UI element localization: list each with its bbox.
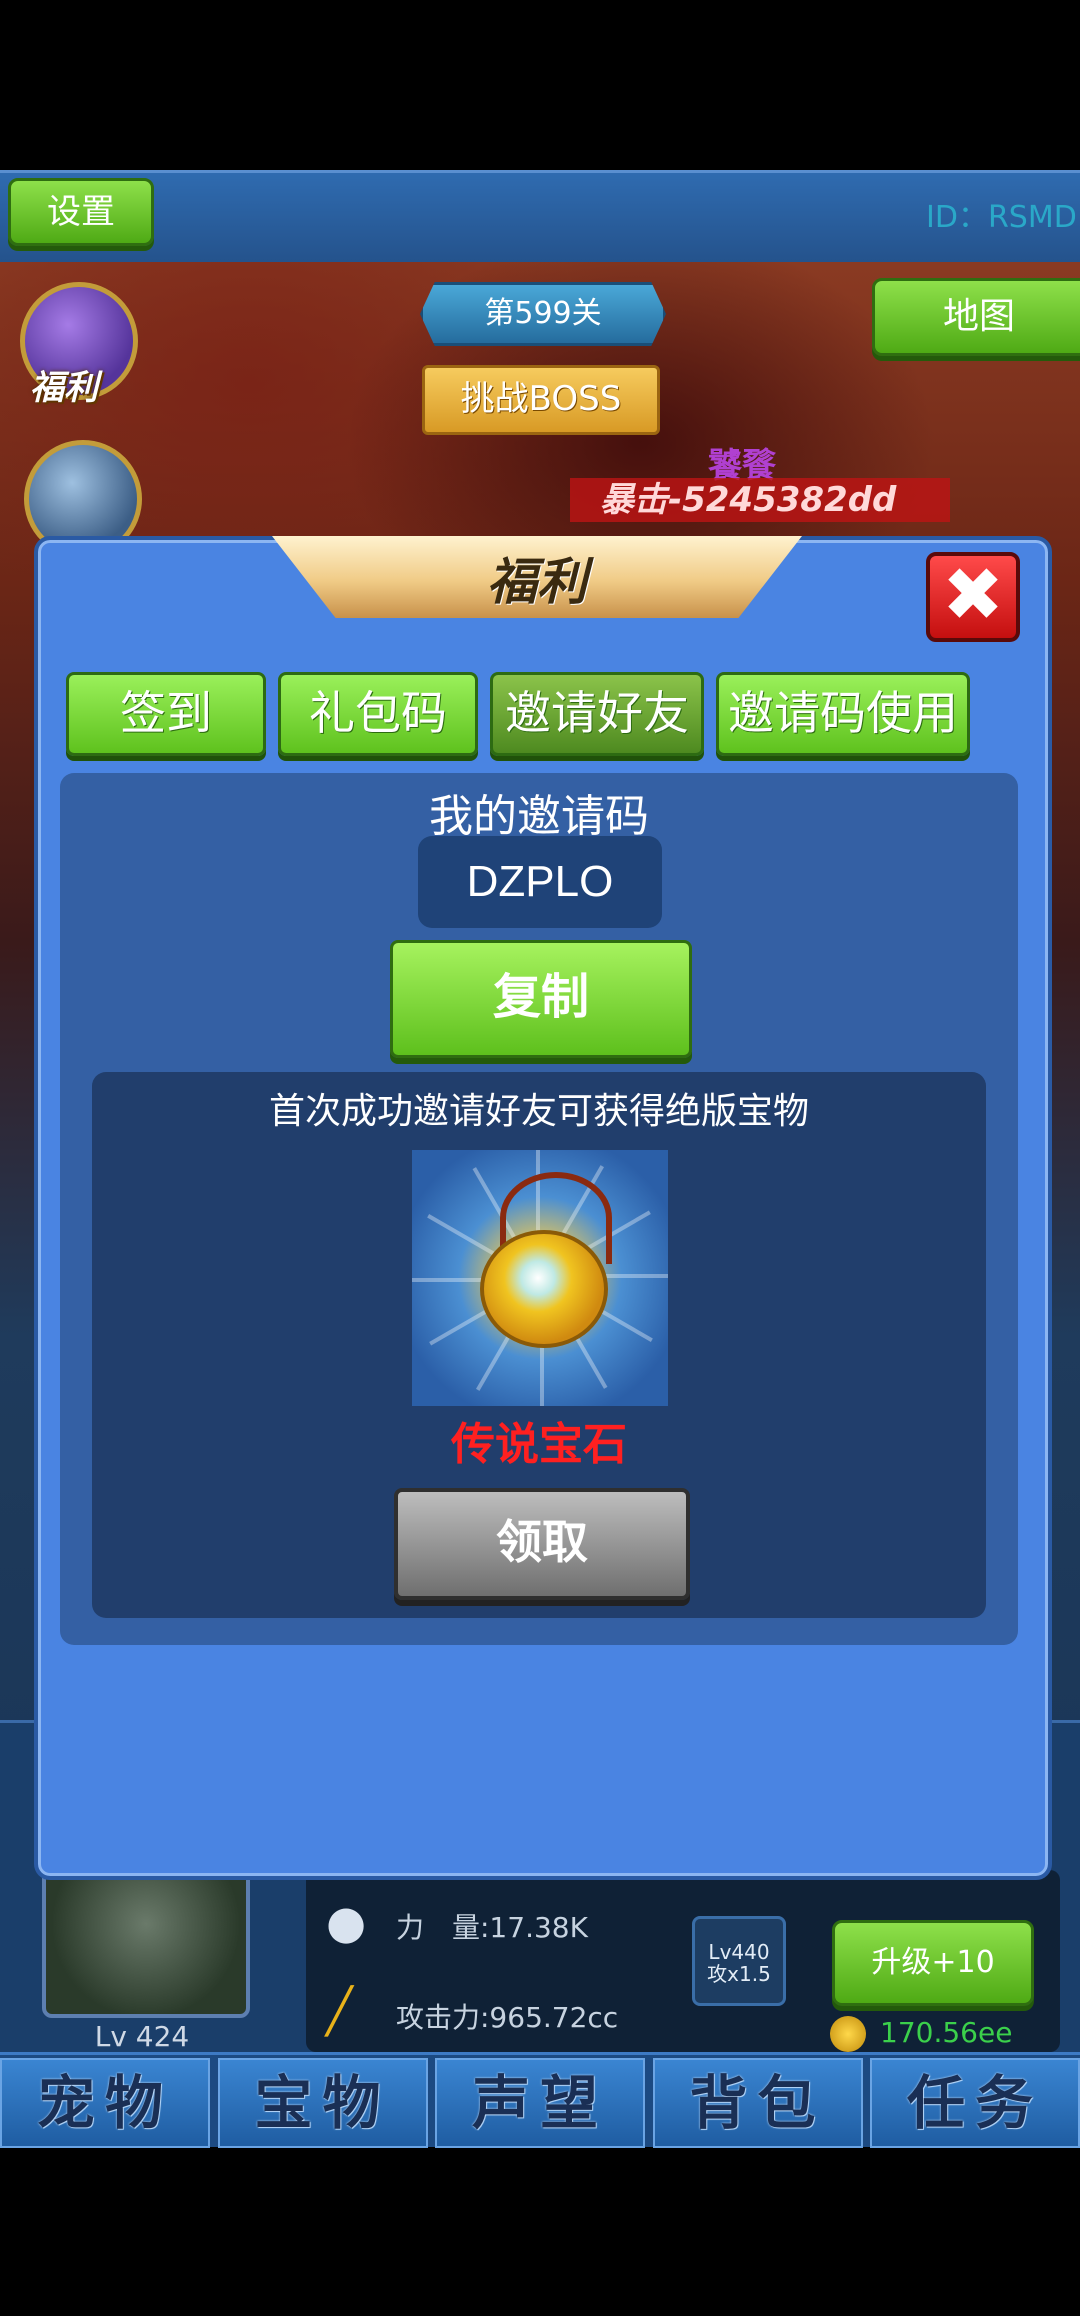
map-button[interactable]: 地图 [872,278,1080,356]
strength-stat: 力 量:17.38K [396,1911,588,1944]
tab-reputation[interactable]: 声望 [435,2058,645,2148]
bottom-nav: 宠物 宝物 声望 背包 任务 [0,2052,1080,2148]
close-button[interactable]: ✖ [926,552,1020,642]
weapon-slot[interactable]: Lv440 攻x1.5 [692,1916,786,2006]
weapon-multiplier: 攻x1.5 [707,1962,771,1986]
player-id: ID：RSMD [926,200,1077,235]
weapon-level: Lv440 [708,1940,770,1964]
tab-backpack[interactable]: 背包 [652,2058,863,2148]
crit-damage-text: 暴击-5245382dd [570,478,950,522]
welfare-label: 福利 [30,368,98,408]
hero-portrait[interactable] [42,1860,250,2018]
hero-level: Lv 424 [94,2020,190,2053]
my-invite-code-label: 我的邀请码 [429,791,649,842]
tab-gift-code[interactable]: 礼包码 [278,672,478,756]
reward-name: 传说宝石 [451,1419,627,1470]
attack-stat: 攻击力:965.72cc [396,2001,619,2034]
challenge-boss-button[interactable]: 挑战BOSS [422,365,660,435]
invite-code-value: DZPLO [418,836,662,928]
tab-treasures[interactable]: 宝物 [217,2058,428,2148]
copy-button[interactable]: 复制 [390,940,692,1058]
claim-button[interactable]: 领取 [394,1488,690,1600]
top-bar [0,170,1080,268]
paw-icon: ● [326,1895,367,1949]
gold-coin-icon [830,2016,866,2052]
upgrade-button[interactable]: 升级+10 [832,1920,1034,2006]
tab-use-invite-code[interactable]: 邀请码使用 [716,672,970,756]
tab-tasks[interactable]: 任务 [870,2058,1080,2148]
tab-invite-friends[interactable]: 邀请好友 [490,672,704,756]
gold-amount: 170.56ee [880,2016,1013,2049]
reward-description: 首次成功邀请好友可获得绝版宝物 [268,1091,809,1132]
tab-pets[interactable]: 宠物 [0,2058,210,2148]
sword-icon: ╱ [326,1986,353,2037]
tab-signin[interactable]: 签到 [66,672,266,756]
settings-button[interactable]: 设置 [8,178,154,246]
stage-level-banner: 第599关 [420,282,666,346]
gem-stone [480,1230,608,1348]
modal-title: 福利 [487,553,587,611]
